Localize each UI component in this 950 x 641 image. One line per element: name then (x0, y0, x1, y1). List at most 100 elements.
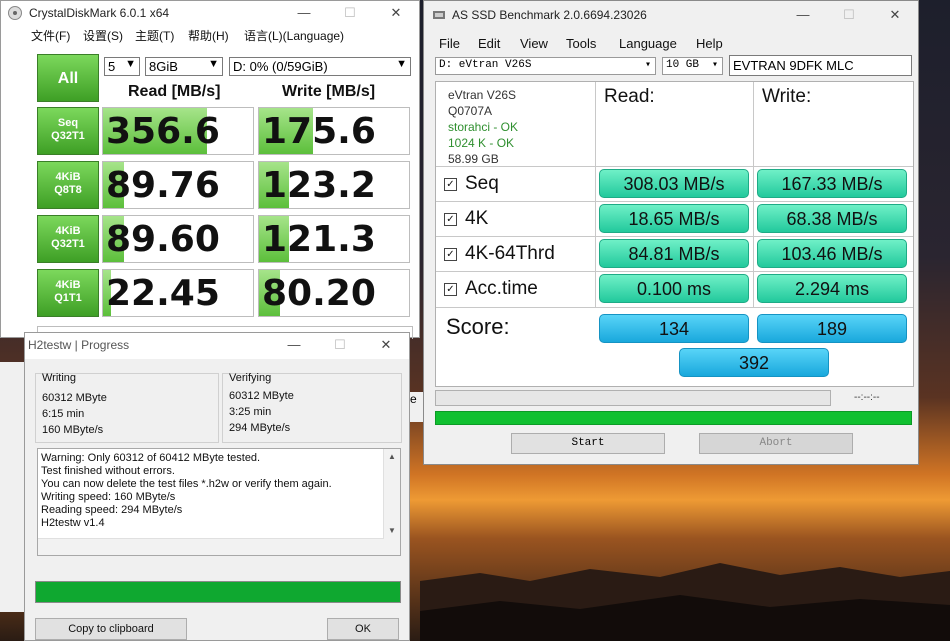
h2w-title: H2testw | Progress (28, 338, 130, 352)
horizontal-scrollbar[interactable] (38, 538, 384, 555)
menu-help[interactable]: 帮助(H) (188, 27, 229, 44)
chevron-down-icon: ▼ (396, 58, 407, 70)
vertical-scrollbar[interactable]: ▲ ▼ (383, 449, 400, 555)
drive-select[interactable]: D: eVtran V26S ▾ (435, 57, 656, 75)
as-title: AS SSD Benchmark 2.0.6694.23026 (452, 8, 647, 22)
4kib-q32t1-button[interactable]: 4KiB Q32T1 (37, 215, 99, 263)
crystaldiskmark-window: CrystalDiskMark 6.0.1 x64 — ☐ ✕ 文件(F) 设置… (0, 0, 420, 339)
writing-label: Writing (42, 372, 77, 384)
elapsed-time: --:--:-- (854, 392, 880, 403)
checkbox-checked-icon[interactable]: ✓ (444, 178, 457, 191)
acctime-read-result: 0.100 ms (599, 274, 749, 303)
write-header: Write: (762, 86, 812, 107)
maximize-icon[interactable]: ☐ (327, 1, 373, 25)
read-value: 356.6 (106, 111, 220, 152)
size-value: 10 GB (666, 59, 700, 71)
checkbox-checked-icon[interactable]: ✓ (444, 283, 457, 296)
acc-time-checkbox-row[interactable]: ✓ Acc.time (444, 278, 538, 300)
log-line: Reading speed: 294 MByte/s (41, 504, 183, 516)
read-result: 356.6 (102, 107, 254, 155)
log-line: H2testw v1.4 (41, 517, 105, 529)
seq-q32t1-button[interactable]: Seq Q32T1 (37, 107, 99, 155)
size-value: 8GiB (149, 59, 178, 74)
results-grid: eVtran V26S Q0707A storahci - OK 1024 K … (435, 81, 914, 387)
close-icon[interactable]: ✕ (872, 3, 918, 27)
grid-divider (436, 307, 913, 308)
scroll-up-icon[interactable]: ▲ (388, 452, 396, 461)
minimize-icon[interactable]: — (281, 1, 327, 25)
maximize-icon[interactable]: ☐ (317, 333, 363, 357)
drive-model: eVtran V26S (448, 88, 517, 102)
driver-status: storahci - OK (448, 120, 519, 134)
menu-file[interactable]: 文件(F) (31, 27, 70, 44)
4k-64thrd-checkbox-row[interactable]: ✓ 4K-64Thrd (444, 243, 555, 265)
row-label-line2: Q8T8 (54, 184, 82, 196)
chevron-down-icon: ▾ (711, 60, 718, 71)
chevron-down-icon: ▼ (125, 58, 136, 70)
menu-file[interactable]: File (439, 36, 460, 51)
read-header: Read: (604, 86, 655, 107)
minimize-icon[interactable]: — (271, 333, 317, 357)
4k-checkbox-row[interactable]: ✓ 4K (444, 208, 488, 230)
log-line: You can now delete the test files *.h2w … (41, 478, 332, 490)
checkbox-checked-icon[interactable]: ✓ (444, 213, 457, 226)
menu-edit[interactable]: Edit (478, 36, 500, 51)
drive-name-field[interactable]: EVTRAN 9DFK MLC (729, 55, 912, 76)
row-label-line1: 4KiB (55, 171, 81, 183)
4kib-q8t8-button[interactable]: 4KiB Q8T8 (37, 161, 99, 209)
maximize-icon[interactable]: ☐ (826, 3, 872, 27)
desktop-wallpaper (420, 563, 950, 641)
seq-checkbox-row[interactable]: ✓ Seq (444, 173, 499, 195)
4k64-write-result: 103.46 MB/s (757, 239, 907, 268)
close-icon[interactable]: ✕ (363, 333, 409, 357)
all-button[interactable]: All (37, 54, 99, 102)
drive-capacity: 58.99 GB (448, 152, 499, 166)
copy-to-clipboard-button[interactable]: Copy to clipboard (35, 618, 187, 640)
read-score: 134 (599, 314, 749, 343)
log-textarea[interactable]: Warning: Only 60312 of 60412 MByte teste… (37, 448, 401, 556)
size-select[interactable]: 8GiB ▼ (145, 57, 223, 76)
log-line: Warning: Only 60312 of 60412 MByte teste… (41, 452, 261, 464)
menu-theme[interactable]: 主题(T) (135, 27, 174, 44)
scroll-down-icon[interactable]: ▼ (388, 526, 396, 535)
abort-button[interactable]: Abort (699, 433, 853, 454)
drive-value: D: 0% (0/59GiB) (233, 59, 328, 74)
drive-select[interactable]: D: 0% (0/59GiB) ▼ (229, 57, 411, 76)
test-label: Acc.time (465, 278, 538, 299)
minimize-icon[interactable]: — (780, 3, 826, 27)
checkbox-checked-icon[interactable]: ✓ (444, 248, 457, 261)
cdm-title: CrystalDiskMark 6.0.1 x64 (29, 6, 170, 20)
menu-settings[interactable]: 设置(S) (83, 27, 123, 44)
grid-divider (753, 82, 754, 308)
grid-divider (436, 236, 913, 237)
row-label-line2: Q32T1 (51, 238, 85, 250)
ok-button[interactable]: OK (327, 618, 399, 640)
close-icon[interactable]: ✕ (373, 1, 419, 25)
4k64-read-result: 84.81 MB/s (599, 239, 749, 268)
read-value: 22.45 (106, 273, 220, 314)
chevron-down-icon: ▼ (208, 58, 219, 70)
verifying-label: Verifying (229, 372, 272, 384)
writing-size: 60312 MByte (42, 392, 107, 404)
menu-view[interactable]: View (520, 36, 548, 51)
menu-language[interactable]: 语言(L)(Language) (244, 27, 344, 44)
write-result: 175.6 (258, 107, 410, 155)
writing-speed: 160 MByte/s (42, 424, 104, 436)
log-line: Test finished without errors. (41, 465, 175, 477)
menu-help[interactable]: Help (696, 36, 723, 51)
cdm-app-icon (8, 6, 22, 20)
menu-language[interactable]: Language (619, 36, 677, 51)
size-select[interactable]: 10 GB ▾ (662, 57, 723, 75)
row-label-line1: 4KiB (55, 225, 81, 237)
count-select[interactable]: 5 ▼ (104, 57, 140, 76)
4kib-q1t1-button[interactable]: 4KiB Q1T1 (37, 269, 99, 317)
background-window-edge: e (410, 392, 423, 422)
h2w-titlebar: H2testw | Progress — ☐ ✕ (25, 333, 409, 359)
drive-firmware: Q0707A (448, 104, 493, 118)
menu-tools[interactable]: Tools (566, 36, 596, 51)
h2w-progress-bar (35, 581, 401, 603)
write-value: 123.2 (262, 165, 376, 206)
write-score: 189 (757, 314, 907, 343)
verifying-size: 60312 MByte (229, 390, 294, 402)
start-button[interactable]: Start (511, 433, 665, 454)
